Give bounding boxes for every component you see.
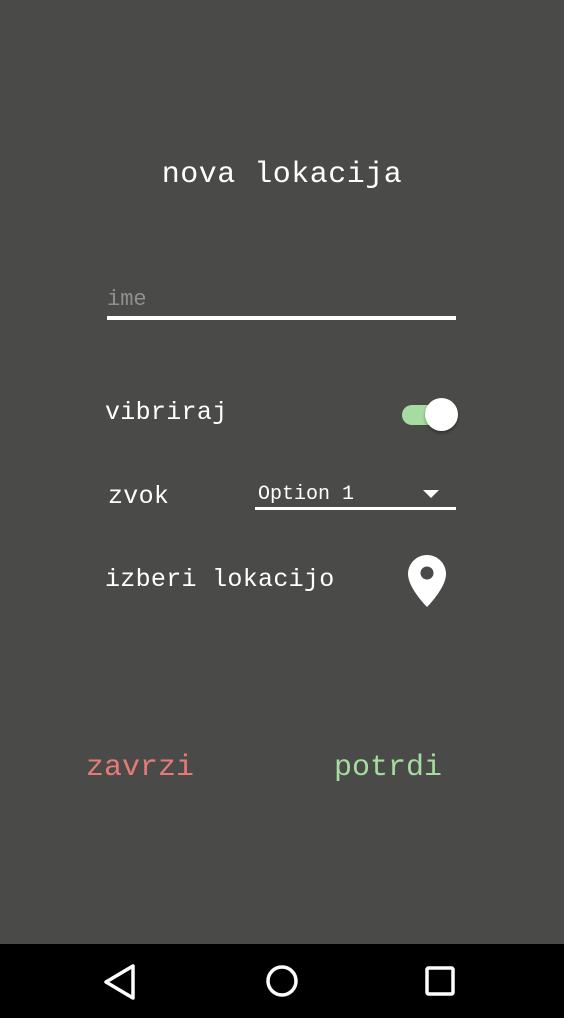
home-circle-icon[interactable]: [260, 960, 304, 1004]
new-location-screen: nova lokacija vibriraj zvok Option 1 izb…: [0, 0, 564, 1018]
page-title: nova lokacija: [161, 158, 403, 192]
system-nav-bar: [0, 944, 564, 1018]
back-triangle-icon[interactable]: [98, 960, 142, 1004]
recents-square-icon[interactable]: [418, 960, 462, 1004]
dropdown-caret-icon: [423, 490, 439, 498]
sound-dropdown[interactable]: Option 1: [255, 480, 456, 510]
choose-location-label: izberi lokacijo: [105, 565, 335, 594]
toggle-thumb: [425, 398, 458, 431]
confirm-button[interactable]: potrdi: [334, 751, 442, 785]
name-input[interactable]: [107, 282, 456, 320]
vibrate-label: vibriraj: [105, 398, 228, 427]
sound-label: zvok: [108, 482, 170, 511]
location-pin-icon[interactable]: [408, 555, 446, 607]
vibrate-toggle[interactable]: [402, 398, 458, 432]
discard-button[interactable]: zavrzi: [86, 751, 194, 785]
name-field-container: [107, 282, 456, 322]
sound-dropdown-value: Option 1: [258, 483, 355, 506]
